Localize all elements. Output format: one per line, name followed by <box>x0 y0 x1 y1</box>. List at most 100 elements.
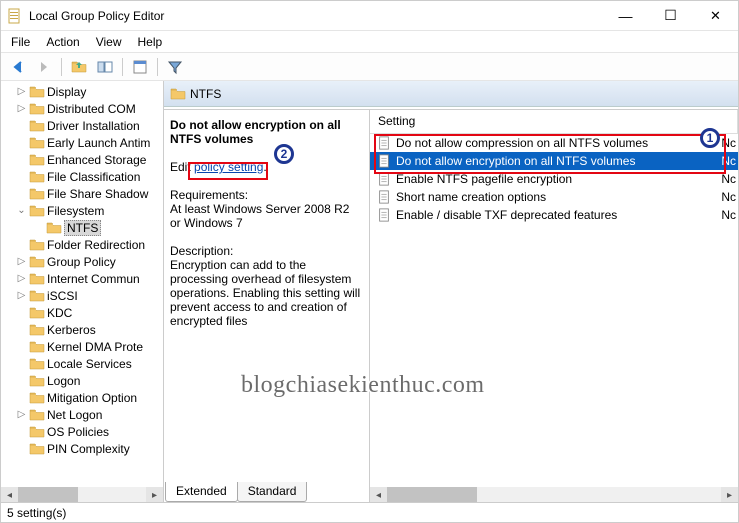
list-row[interactable]: Short name creation optionsNc <box>370 188 738 206</box>
folder-icon <box>29 153 45 167</box>
tree-item-kerberos[interactable]: Kerberos <box>1 321 163 338</box>
settings-list[interactable]: Setting Do not allow compression on all … <box>370 110 738 504</box>
titlebar: Local Group Policy Editor — ☐ ✕ <box>1 1 738 31</box>
tree-item-file-classification[interactable]: File Classification <box>1 168 163 185</box>
maximize-button[interactable]: ☐ <box>648 1 693 30</box>
tree-item-kdc[interactable]: KDC <box>1 304 163 321</box>
requirements-heading: Requirements: <box>170 188 363 202</box>
tree-item-pin-complexity[interactable]: PIN Complexity <box>1 440 163 457</box>
list-row-label: Enable / disable TXF deprecated features <box>396 208 617 222</box>
edit-suffix: . <box>263 160 266 174</box>
tree-item-internet-commun[interactable]: ▷ Internet Commun <box>1 270 163 287</box>
tab-standard[interactable]: Standard <box>237 482 308 502</box>
tree-item-label: Early Launch Antim <box>47 136 150 150</box>
policy-icon <box>376 207 392 223</box>
tree-item-mitigation-option[interactable]: Mitigation Option <box>1 389 163 406</box>
folder-icon <box>29 323 45 337</box>
filter-button[interactable] <box>164 56 186 78</box>
menu-action[interactable]: Action <box>38 33 87 51</box>
folder-icon <box>29 238 45 252</box>
menu-help[interactable]: Help <box>130 33 171 51</box>
folder-icon <box>29 306 45 320</box>
expand-icon[interactable]: ▷ <box>16 86 27 97</box>
close-button[interactable]: ✕ <box>693 1 738 30</box>
tree-item-display[interactable]: ▷Display <box>1 83 163 100</box>
back-button[interactable] <box>7 56 29 78</box>
tree-item-folder-redirection[interactable]: Folder Redirection <box>1 236 163 253</box>
list-row[interactable]: Do not allow compression on all NTFS vol… <box>370 134 738 152</box>
toolbar <box>1 53 738 81</box>
window-title: Local Group Policy Editor <box>29 9 603 23</box>
tree-item-label: File Share Shadow <box>47 187 148 201</box>
setting-title: Do not allow encryption on all NTFS volu… <box>170 118 363 146</box>
folder-icon <box>29 204 45 218</box>
folder-icon <box>29 289 45 303</box>
description-pane: Do not allow encryption on all NTFS volu… <box>164 110 370 504</box>
expand-icon[interactable]: ▷ <box>16 409 27 420</box>
folder-icon <box>29 187 45 201</box>
folder-icon <box>29 340 45 354</box>
tree-item-early-launch-antim[interactable]: Early Launch Antim <box>1 134 163 151</box>
content-header-title: NTFS <box>190 87 221 101</box>
tab-extended[interactable]: Extended <box>165 482 238 502</box>
tree-item-label: KDC <box>47 306 72 320</box>
properties-button[interactable] <box>129 56 151 78</box>
tree-item-label: OS Policies <box>47 425 109 439</box>
folder-icon <box>46 221 62 235</box>
col-setting[interactable]: Setting <box>370 110 738 133</box>
folder-icon <box>29 391 45 405</box>
content-pane: NTFS Do not allow encryption on all NTFS… <box>164 81 738 504</box>
edit-prefix: Edit <box>170 160 194 174</box>
menu-view[interactable]: View <box>88 33 130 51</box>
show-hide-button[interactable] <box>94 56 116 78</box>
minimize-button[interactable]: — <box>603 1 648 30</box>
tree-item-label: Driver Installation <box>47 119 140 133</box>
list-row[interactable]: Do not allow encryption on all NTFS volu… <box>370 152 738 170</box>
forward-button[interactable] <box>33 56 55 78</box>
main-area: ▷Display▷Distributed COMDriver Installat… <box>1 81 738 504</box>
menubar: File Action View Help <box>1 31 738 53</box>
tree-item-kernel-dma-prote[interactable]: Kernel DMA Prote <box>1 338 163 355</box>
expand-icon[interactable]: ▷ <box>16 290 27 301</box>
edit-policy-link[interactable]: policy setting <box>194 160 263 174</box>
tree-item-driver-installation[interactable]: Driver Installation <box>1 117 163 134</box>
folder-icon <box>29 102 45 116</box>
tree-item-label: Internet Commun <box>47 272 140 286</box>
statusbar: 5 setting(s) <box>1 502 738 522</box>
tree-item-file-share-shadow[interactable]: File Share Shadow <box>1 185 163 202</box>
menu-file[interactable]: File <box>3 33 38 51</box>
list-header[interactable]: Setting <box>370 110 738 134</box>
tree-item-logon[interactable]: Logon <box>1 372 163 389</box>
folder-icon <box>29 255 45 269</box>
tree-item-os-policies[interactable]: OS Policies <box>1 423 163 440</box>
folder-icon <box>29 85 45 99</box>
list-row[interactable]: Enable / disable TXF deprecated features… <box>370 206 738 224</box>
expand-icon[interactable]: ▷ <box>16 273 27 284</box>
tree-pane[interactable]: ▷Display▷Distributed COMDriver Installat… <box>1 81 164 504</box>
collapse-icon[interactable]: ⌄ <box>16 205 27 216</box>
tree-item-locale-services[interactable]: Locale Services <box>1 355 163 372</box>
folder-icon <box>29 119 45 133</box>
list-row[interactable]: Enable NTFS pagefile encryptionNc <box>370 170 738 188</box>
tree-item-group-policy[interactable]: ▷Group Policy <box>1 253 163 270</box>
up-button[interactable] <box>68 56 90 78</box>
list-row-state: Nc <box>721 136 738 150</box>
expand-icon[interactable]: ▷ <box>16 256 27 267</box>
tree-item-label: Enhanced Storage <box>47 153 146 167</box>
folder-icon <box>29 272 45 286</box>
tree-item-filesystem[interactable]: ⌄ Filesystem <box>1 202 163 219</box>
tree-item-ntfs[interactable]: NTFS <box>1 219 163 236</box>
tree-item-enhanced-storage[interactable]: Enhanced Storage <box>1 151 163 168</box>
tree-item-label: Distributed COM <box>47 102 136 116</box>
tree-item-label: NTFS <box>64 220 101 236</box>
tree-item-net-logon[interactable]: ▷Net Logon <box>1 406 163 423</box>
tree-item-distributed-com[interactable]: ▷ Distributed COM <box>1 100 163 117</box>
description-heading: Description: <box>170 244 363 258</box>
tree-item-label: Filesystem <box>47 204 104 218</box>
tree-item-label: Locale Services <box>47 357 132 371</box>
expand-icon[interactable]: ▷ <box>16 103 27 114</box>
tree-item-iscsi[interactable]: ▷iSCSI <box>1 287 163 304</box>
list-row-label: Do not allow encryption on all NTFS volu… <box>396 154 635 168</box>
tree-item-label: Kernel DMA Prote <box>47 340 143 354</box>
folder-icon <box>29 374 45 388</box>
